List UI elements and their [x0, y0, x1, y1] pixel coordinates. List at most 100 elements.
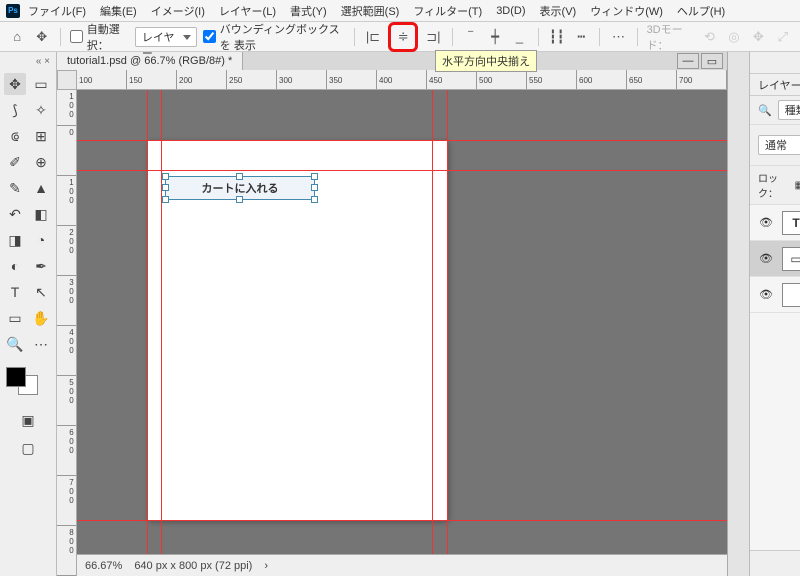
pan-3d-icon[interactable]: ◎: [725, 26, 743, 48]
rectangle-tool[interactable]: ▭: [4, 307, 26, 329]
ruler-origin[interactable]: [57, 70, 77, 90]
pen-tool[interactable]: ✒: [30, 255, 52, 277]
canvas-viewport[interactable]: カートに入れる: [77, 90, 727, 554]
guide-v[interactable]: [147, 90, 148, 554]
tools-collapse-icon[interactable]: « ×: [2, 56, 54, 67]
lasso-tool[interactable]: ⟆: [4, 99, 26, 121]
auto-select-label: 自動選択：: [87, 21, 129, 53]
menu-type[interactable]: 書式(Y): [284, 1, 333, 21]
auto-select-dropdown[interactable]: レイヤー: [135, 27, 197, 47]
history-brush-tool[interactable]: ↶: [4, 203, 26, 225]
more-tools[interactable]: ⋯: [30, 333, 52, 355]
dodge-tool[interactable]: ◐: [4, 255, 26, 277]
zoom-level[interactable]: 66.67%: [85, 560, 122, 572]
frame-tool[interactable]: ⊞: [30, 125, 52, 147]
document-tabs: tutorial1.psd @ 66.7% (RGB/8#) * — ▭: [57, 52, 727, 70]
magic-wand-tool[interactable]: ✧: [30, 99, 52, 121]
scale-3d-icon[interactable]: ⤢: [774, 26, 792, 48]
lock-label: ロック：: [758, 170, 789, 200]
align-left-icon[interactable]: |⊏: [364, 26, 382, 48]
type-tool[interactable]: T: [4, 281, 26, 303]
hand-tool[interactable]: ✋: [30, 307, 52, 329]
ruler-vertical[interactable]: 1000100200300400500600700800: [57, 90, 77, 576]
ruler-horizontal[interactable]: 100150200250300350400450500550600650700: [77, 70, 727, 90]
guide-v[interactable]: [432, 90, 433, 554]
lock-pixels-icon[interactable]: ▦: [795, 180, 800, 191]
guide-h[interactable]: [77, 520, 727, 521]
color-swatches[interactable]: [4, 367, 40, 395]
visibility-icon[interactable]: 👁: [758, 288, 774, 301]
marquee-tool[interactable]: ▭: [30, 73, 52, 95]
visibility-icon[interactable]: 👁: [758, 252, 774, 265]
align-center-v-icon[interactable]: ┿: [486, 26, 504, 48]
menu-edit[interactable]: 編集(E): [94, 1, 143, 21]
layers-panel-title[interactable]: レイヤー: [758, 77, 800, 93]
guide-h[interactable]: [77, 140, 727, 141]
move-3d-icon[interactable]: ✥: [749, 26, 767, 48]
eyedropper-tool[interactable]: ✐: [4, 151, 26, 173]
guide-v[interactable]: [447, 90, 448, 554]
menu-layer[interactable]: レイヤー(L): [213, 1, 282, 21]
orbit-3d-icon[interactable]: ⟲: [700, 26, 718, 48]
align-bottom-icon[interactable]: _: [510, 26, 528, 48]
move-tool-icon[interactable]: ✥: [32, 26, 50, 48]
layer-thumb-shape-icon: ▭: [782, 247, 800, 271]
text-content: カートに入れる: [202, 180, 279, 196]
selected-text-layer[interactable]: カートに入れる: [165, 176, 315, 200]
layers-panel-footer: ⌘ fx ▣ ◐ 🗀 ⊞ 🗑: [750, 550, 800, 576]
blur-tool[interactable]: ◔: [30, 229, 52, 251]
window-minimize-icon[interactable]: —: [677, 53, 699, 69]
menu-3d[interactable]: 3D(D): [490, 3, 531, 19]
menu-file[interactable]: ファイル(F): [22, 1, 92, 21]
menu-view[interactable]: 表示(V): [534, 1, 583, 21]
options-bar: ⌂ ✥ 自動選択： レイヤー バウンディングボックスを 表示 |⊏ ≑ ⊐| ‾…: [0, 22, 800, 52]
layer-thumb-bg-icon: [782, 283, 800, 307]
layers-panel: « ▦ レイヤー ≡ 🔍 種類 ▦ ◐ T ▱ ▢ ◉: [750, 52, 800, 576]
stamp-tool[interactable]: ▲: [30, 177, 52, 199]
path-select-tool[interactable]: ↖: [30, 281, 52, 303]
move-tool[interactable]: ✥: [4, 73, 26, 95]
layer-row[interactable]: 👁 背景 🔒: [750, 277, 800, 313]
crop-tool[interactable]: ⟃: [4, 125, 26, 147]
align-center-h-icon[interactable]: ≑: [392, 26, 414, 48]
search-icon[interactable]: 🔍: [758, 104, 772, 117]
guide-h[interactable]: [77, 170, 727, 171]
home-icon[interactable]: ⌂: [8, 26, 26, 48]
menu-select[interactable]: 選択範囲(S): [335, 1, 406, 21]
status-bar: 66.67% 640 px x 800 px (72 ppi) ›: [77, 554, 727, 576]
guide-v[interactable]: [161, 90, 162, 554]
blend-mode-dropdown[interactable]: 通常: [758, 135, 800, 155]
menu-image[interactable]: イメージ(I): [145, 1, 211, 21]
align-top-icon[interactable]: ‾: [461, 26, 479, 48]
distribute-v-icon[interactable]: ┅: [572, 26, 590, 48]
distribute-h-icon[interactable]: ┇┇: [548, 26, 566, 48]
layer-thumb-type-icon: T: [782, 211, 800, 235]
auto-select-toggle[interactable]: 自動選択：: [70, 21, 129, 53]
status-caret-icon[interactable]: ›: [264, 560, 268, 572]
show-transform-toggle[interactable]: バウンディングボックスを 表示: [203, 21, 345, 53]
menu-window[interactable]: ウィンドウ(W): [584, 1, 669, 21]
gradient-tool[interactable]: ◨: [4, 229, 26, 251]
screenmode-icon[interactable]: ▢: [17, 437, 39, 459]
fg-color-swatch[interactable]: [6, 367, 26, 387]
filter-type-dropdown[interactable]: 種類: [778, 100, 800, 120]
app-icon: Ps: [6, 4, 20, 18]
zoom-tool[interactable]: 🔍: [4, 333, 26, 355]
window-restore-icon[interactable]: ▭: [701, 53, 723, 69]
eraser-tool[interactable]: ◧: [30, 203, 52, 225]
align-right-icon[interactable]: ⊐|: [424, 26, 442, 48]
align-center-h-highlight: ≑: [388, 22, 418, 52]
heal-tool[interactable]: ⊕: [30, 151, 52, 173]
more-icon[interactable]: ⋯: [609, 26, 627, 48]
menu-help[interactable]: ヘルプ(H): [671, 1, 731, 21]
menu-filter[interactable]: フィルター(T): [407, 1, 488, 21]
align-tooltip: 水平方向中央揃え: [435, 50, 537, 72]
layer-row[interactable]: 👁 T カート に入れる: [750, 205, 800, 241]
quickmask-icon[interactable]: ▣: [17, 409, 39, 431]
show-transform-label: バウンディングボックスを 表示: [220, 21, 345, 53]
brush-tool[interactable]: ✎: [4, 177, 26, 199]
layer-list: 👁 T カート に入れる 👁 ▭ 長方形 1 👁 背景 🔒: [750, 205, 800, 550]
visibility-icon[interactable]: 👁: [758, 216, 774, 229]
layer-row[interactable]: 👁 ▭ 長方形 1: [750, 241, 800, 277]
mode-3d-label: 3Dモード：: [647, 21, 695, 53]
